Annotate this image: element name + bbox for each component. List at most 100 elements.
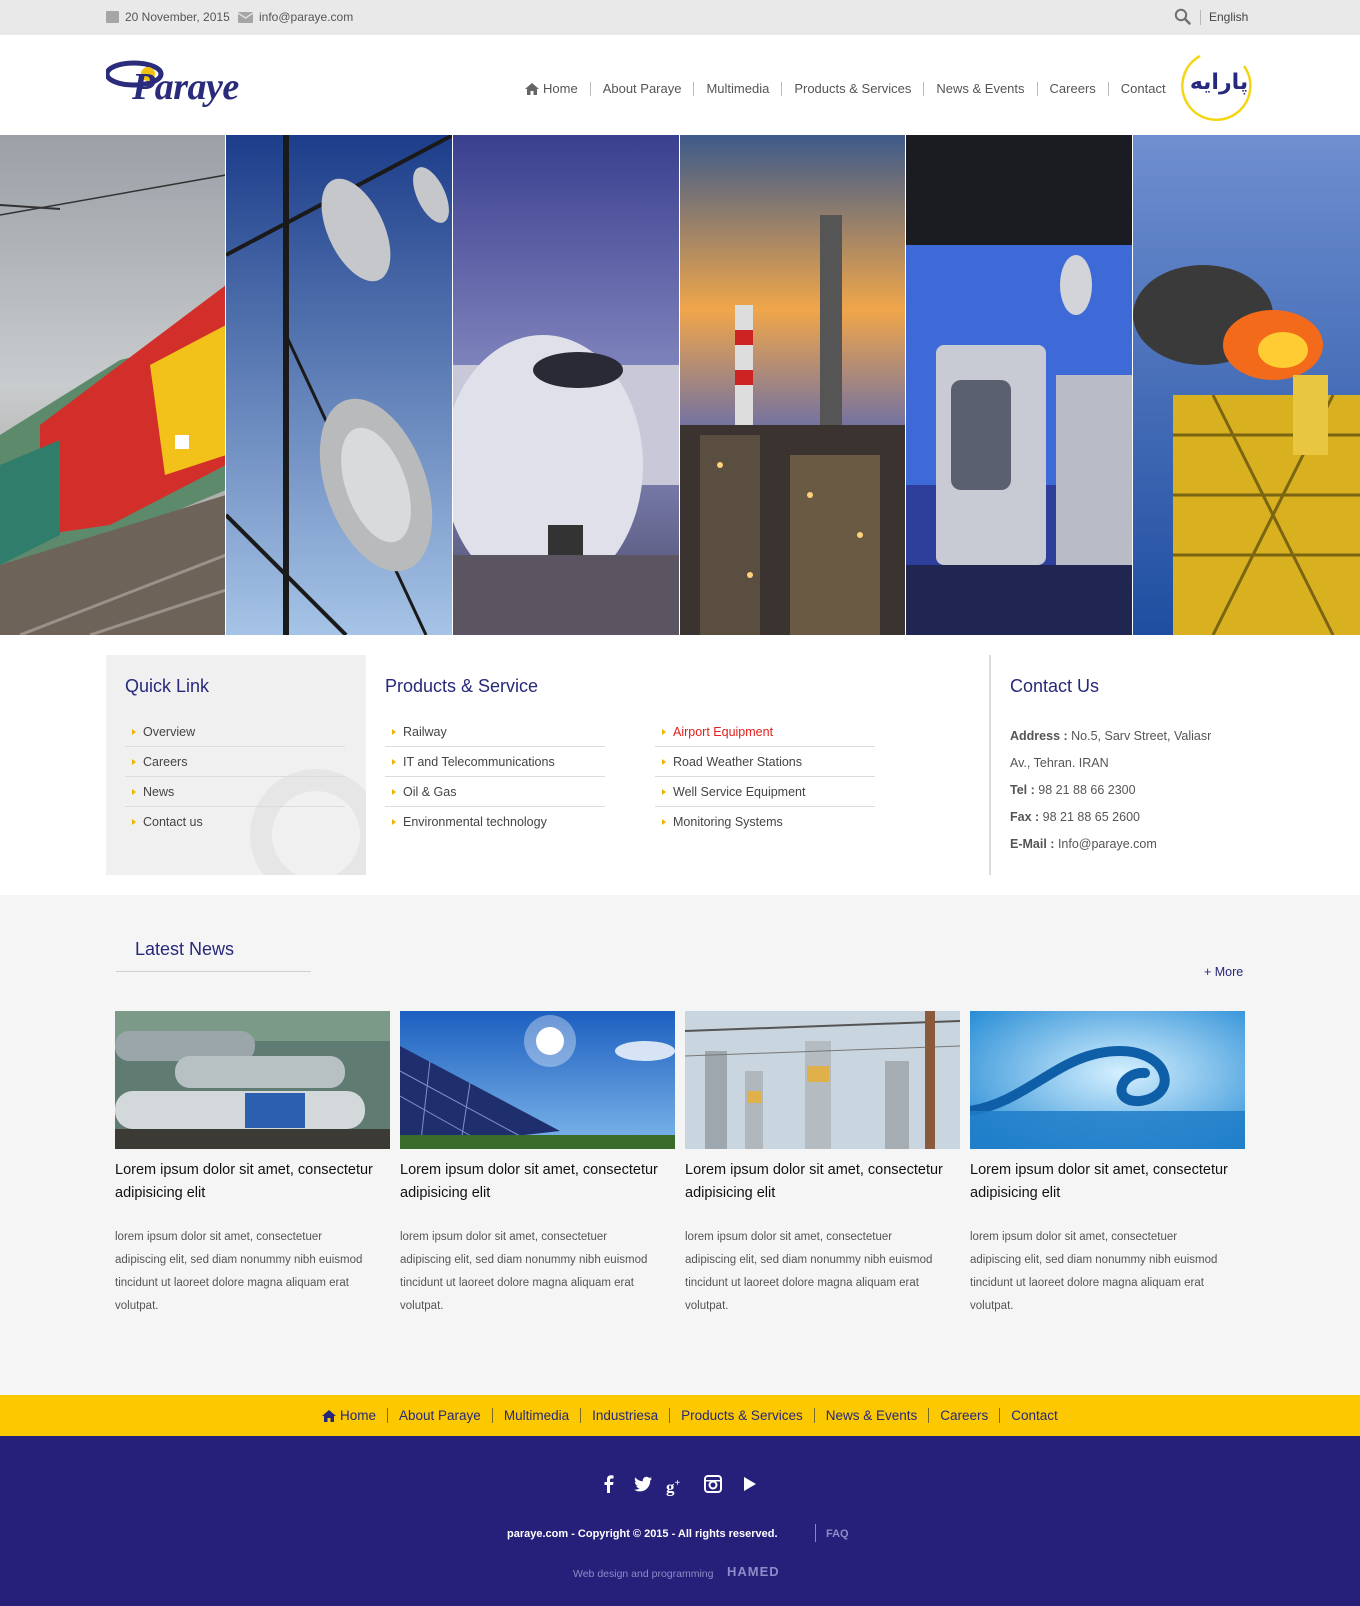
quick-link-overview[interactable]: Overview bbox=[125, 717, 345, 747]
news-card[interactable]: Lorem ipsum dolor sit amet, consectetur … bbox=[115, 1011, 390, 1318]
quick-link-careers[interactable]: Careers bbox=[125, 747, 345, 777]
news-card[interactable]: Lorem ipsum dolor sit amet, consectetur … bbox=[400, 1011, 675, 1318]
news-card[interactable]: Lorem ipsum dolor sit amet, consectetur … bbox=[685, 1011, 960, 1318]
footer-nav-products[interactable]: Products & Services bbox=[681, 1408, 803, 1423]
product-link-it-telecom[interactable]: IT and Telecommunications bbox=[385, 747, 605, 777]
faq-link[interactable]: FAQ bbox=[826, 1528, 849, 1540]
nav-products[interactable]: Products & Services bbox=[794, 81, 911, 96]
product-link-monitoring[interactable]: Monitoring Systems bbox=[655, 807, 875, 837]
news-title: Latest News bbox=[135, 939, 235, 959]
footer: g+ paraye.com - Copyright © 2015 - All r… bbox=[0, 1436, 1360, 1606]
nav-home[interactable]: Home bbox=[525, 81, 578, 96]
logo-text: Paraye bbox=[132, 66, 239, 108]
google-plus-icon[interactable]: g+ bbox=[666, 1474, 686, 1497]
youtube-icon[interactable] bbox=[739, 1474, 759, 1494]
news-card[interactable]: Lorem ipsum dolor sit amet, consectetur … bbox=[970, 1011, 1245, 1318]
contact-fax: Fax : 98 21 88 65 2600 bbox=[1010, 810, 1140, 824]
satellite-dish-image bbox=[226, 135, 452, 635]
search-icon[interactable] bbox=[1174, 8, 1191, 25]
news-card-title[interactable]: Lorem ipsum dolor sit amet, consectetur … bbox=[400, 1159, 660, 1205]
products-list-col2: Airport Equipment Road Weather Stations … bbox=[655, 717, 875, 837]
nav-multimedia[interactable]: Multimedia bbox=[706, 81, 769, 96]
nav-divider bbox=[693, 81, 695, 96]
persian-logo-text: پارایه bbox=[1189, 70, 1249, 95]
hero-banner bbox=[0, 135, 1360, 635]
airplane-image bbox=[453, 135, 679, 635]
contact-email: E-Mail : Info@paraye.com bbox=[1010, 837, 1157, 851]
paraye-logo[interactable]: Paraye bbox=[106, 57, 246, 119]
facebook-icon[interactable] bbox=[599, 1474, 619, 1494]
product-link-airport[interactable]: Airport Equipment bbox=[655, 717, 875, 747]
news-card-text: lorem ipsum dolor sit amet, consectetuer… bbox=[970, 1231, 1218, 1312]
designer-logo[interactable]: HAMED bbox=[727, 1564, 780, 1579]
news-image-water[interactable] bbox=[970, 1011, 1245, 1149]
language-selector[interactable]: English bbox=[1209, 10, 1248, 24]
product-link-environmental[interactable]: Environmental technology bbox=[385, 807, 605, 837]
hero-panel-telecom bbox=[226, 135, 453, 635]
home-icon bbox=[525, 82, 539, 95]
news-card-title[interactable]: Lorem ipsum dolor sit amet, consectetur … bbox=[115, 1159, 375, 1205]
email-text: info@paraye.com bbox=[259, 10, 354, 24]
nav-divider bbox=[669, 1408, 671, 1423]
nav-contact[interactable]: Contact bbox=[1121, 81, 1166, 96]
news-card-text: lorem ipsum dolor sit amet, consectetuer… bbox=[115, 1231, 363, 1312]
products-title: Products & Service bbox=[385, 676, 539, 696]
top-bar: 20 November, 2015 info@paraye.com Englis… bbox=[0, 0, 1360, 35]
nav-divider bbox=[1036, 81, 1038, 96]
footer-nav-about[interactable]: About Paraye bbox=[399, 1408, 481, 1423]
date-display: 20 November, 2015 bbox=[106, 10, 230, 24]
news-card-title[interactable]: Lorem ipsum dolor sit amet, consectetur … bbox=[685, 1159, 945, 1205]
more-news-link[interactable]: + More bbox=[1204, 965, 1243, 979]
nav-divider bbox=[999, 1408, 1001, 1423]
nav-divider bbox=[1107, 81, 1109, 96]
nav-divider bbox=[813, 1408, 815, 1423]
quick-link-title: Quick Link bbox=[125, 676, 210, 696]
footer-nav-industries[interactable]: Industriesa bbox=[592, 1408, 658, 1423]
nav-about[interactable]: About Paraye bbox=[603, 81, 682, 96]
footer-nav-contact[interactable]: Contact bbox=[1011, 1408, 1058, 1423]
footer-nav-careers[interactable]: Careers bbox=[940, 1408, 988, 1423]
news-image-insulators[interactable] bbox=[685, 1011, 960, 1149]
news-title-underline bbox=[116, 971, 311, 972]
nav-careers[interactable]: Careers bbox=[1050, 81, 1096, 96]
email-display[interactable]: info@paraye.com bbox=[238, 10, 353, 24]
instagram-icon[interactable] bbox=[703, 1474, 723, 1494]
quick-link-contact[interactable]: Contact us bbox=[125, 807, 345, 837]
product-link-road-weather[interactable]: Road Weather Stations bbox=[655, 747, 875, 777]
product-link-well-service[interactable]: Well Service Equipment bbox=[655, 777, 875, 807]
refinery-image bbox=[680, 135, 905, 635]
latest-news-section: Latest News + More Lorem ipsum dolor sit… bbox=[0, 895, 1360, 1395]
address-label: Address : bbox=[1010, 729, 1068, 743]
hero-panel-offshore bbox=[1133, 135, 1360, 635]
hero-panel-monitoring bbox=[906, 135, 1133, 635]
hero-panel-oil-gas bbox=[680, 135, 906, 635]
header: Paraye Home About Paraye Multimedia Prod… bbox=[0, 35, 1360, 135]
topbar-divider bbox=[1200, 10, 1201, 25]
footer-nav-news[interactable]: News & Events bbox=[826, 1408, 918, 1423]
contact-title: Contact Us bbox=[1010, 676, 1100, 696]
date-text: 20 November, 2015 bbox=[125, 10, 230, 24]
news-image-tankers[interactable] bbox=[115, 1011, 390, 1149]
credit-text: Web design and programming bbox=[573, 1568, 714, 1580]
news-image-solar[interactable] bbox=[400, 1011, 675, 1149]
nav-divider bbox=[781, 81, 783, 96]
quick-link-news[interactable]: News bbox=[125, 777, 345, 807]
product-link-oil-gas[interactable]: Oil & Gas bbox=[385, 777, 605, 807]
footer-nav-bar: Home About Paraye Multimedia Industriesa… bbox=[0, 1395, 1360, 1436]
product-link-railway[interactable]: Railway bbox=[385, 717, 605, 747]
email-value[interactable]: Info@paraye.com bbox=[1058, 837, 1157, 851]
nav-divider bbox=[928, 1408, 930, 1423]
water-splash-image bbox=[970, 1011, 1245, 1149]
news-card-text: lorem ipsum dolor sit amet, consectetuer… bbox=[400, 1231, 648, 1312]
footer-nav-multimedia[interactable]: Multimedia bbox=[504, 1408, 569, 1423]
email-label: E-Mail : bbox=[1010, 837, 1055, 851]
news-card-text: lorem ipsum dolor sit amet, consectetuer… bbox=[685, 1231, 933, 1312]
persian-logo[interactable]: پارایه bbox=[1180, 48, 1256, 124]
nav-divider bbox=[580, 1408, 582, 1423]
twitter-icon[interactable] bbox=[633, 1474, 653, 1494]
contact-tel: Tel : 98 21 88 66 2300 bbox=[1010, 783, 1136, 797]
news-card-title[interactable]: Lorem ipsum dolor sit amet, consectetur … bbox=[970, 1159, 1230, 1205]
nav-news[interactable]: News & Events bbox=[936, 81, 1024, 96]
nav-divider bbox=[923, 81, 925, 96]
footer-nav-home[interactable]: Home bbox=[322, 1408, 376, 1423]
